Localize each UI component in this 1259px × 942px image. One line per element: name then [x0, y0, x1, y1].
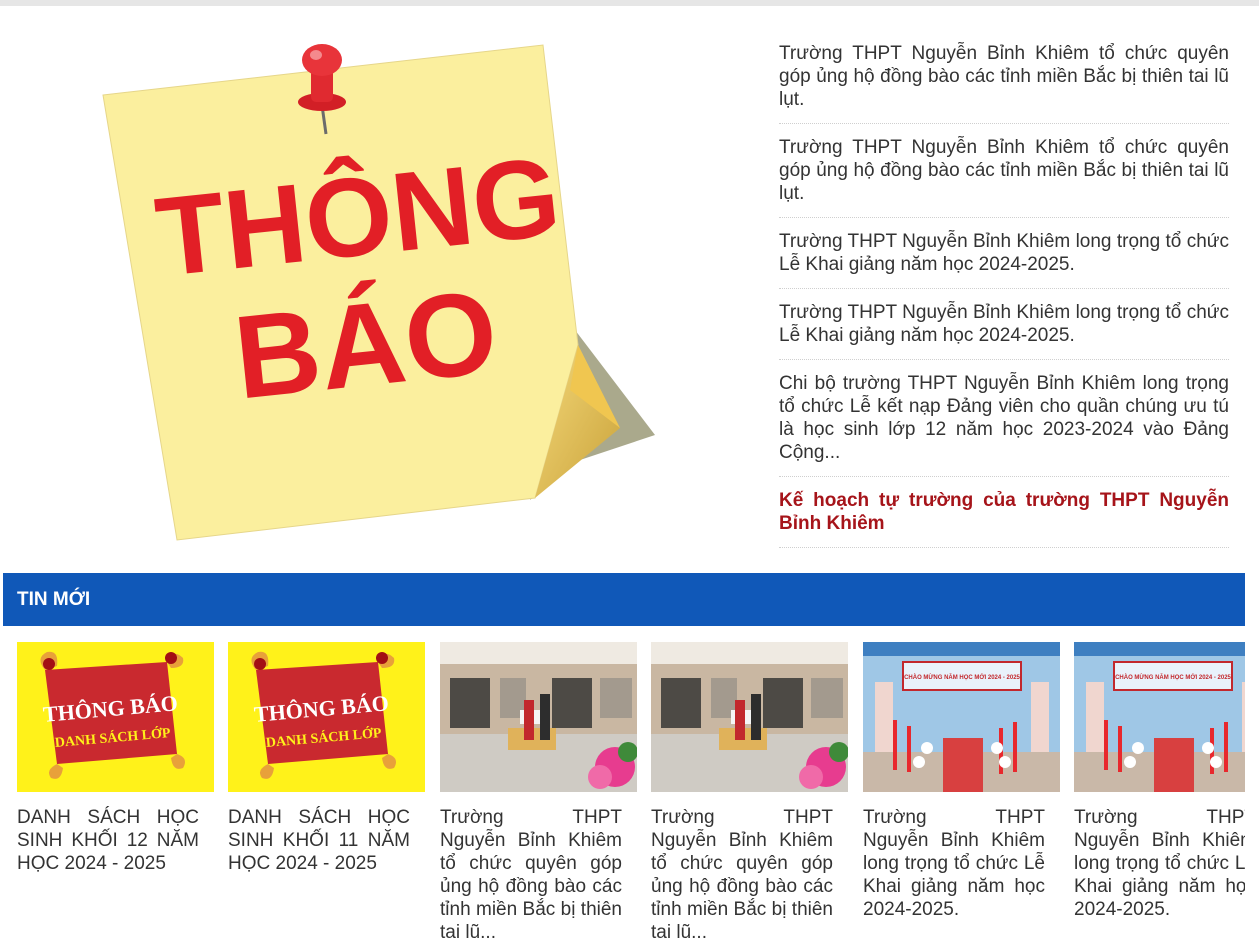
card-thumbnail-photo[interactable] [440, 642, 637, 792]
card-thumbnail-ceremony[interactable]: CHÀO MỪNG NĂM HỌC MỚI 2024 - 2025 [863, 642, 1060, 792]
card-title[interactable]: DANH SÁCH HỌC SINH KHỐI 11 NĂM HỌC 2024 … [228, 806, 410, 875]
news-cards: THÔNG BÁO DANH SÁCH LỚP DANH SÁCH HỌC SI… [17, 642, 1259, 942]
news-link[interactable]: Trường THPT Nguyễn Bỉnh Khiêm long trọng… [779, 299, 1229, 360]
section-title[interactable]: TIN MỚI [17, 590, 90, 610]
news-link[interactable]: Trường THPT Nguyễn Bỉnh Khiêm tổ chức qu… [779, 134, 1229, 218]
thumb-banner-text: CHÀO MỪNG NĂM HỌC MỚI 2024 - 2025 [1115, 673, 1231, 681]
card-thumbnail-ceremony[interactable]: CHÀO MỪNG NĂM HỌC MỚI 2024 - 2025 [1074, 642, 1245, 792]
card-title[interactable]: DANH SÁCH HỌC SINH KHỐI 12 NĂM HỌC 2024 … [17, 806, 199, 875]
news-link[interactable]: Trường THPT Nguyễn Bỉnh Khiêm tổ chức qu… [779, 40, 1229, 124]
top-border [0, 0, 1259, 6]
news-list: Trường THPT Nguyễn Bỉnh Khiêm tổ chức qu… [779, 40, 1229, 548]
card-title[interactable]: Trường THPT Nguyễn Bỉnh Khiêm tổ chức qu… [440, 806, 622, 942]
news-card[interactable]: CHÀO MỪNG NĂM HỌC MỚI 2024 - 2025 Trường… [863, 642, 1060, 942]
card-thumbnail-photo[interactable] [651, 642, 848, 792]
section-header-bar: TIN MỚI [3, 573, 1245, 626]
thumb-banner-text: CHÀO MỪNG NĂM HỌC MỚI 2024 - 2025 [904, 673, 1020, 681]
card-thumbnail-notice[interactable]: THÔNG BÁO DANH SÁCH LỚP [228, 642, 425, 792]
card-title[interactable]: Trường THPT Nguyễn Bỉnh Khiêm long trọng… [1074, 806, 1245, 921]
news-card[interactable]: THÔNG BÁO DANH SÁCH LỚP DANH SÁCH HỌC SI… [228, 642, 425, 942]
card-title[interactable]: Trường THPT Nguyễn Bỉnh Khiêm tổ chức qu… [651, 806, 833, 942]
news-card[interactable]: Trường THPT Nguyễn Bỉnh Khiêm tổ chức qu… [440, 642, 637, 942]
news-card[interactable]: THÔNG BÁO DANH SÁCH LỚP DANH SÁCH HỌC SI… [17, 642, 214, 942]
news-card[interactable]: Trường THPT Nguyễn Bỉnh Khiêm tổ chức qu… [651, 642, 848, 942]
card-title[interactable]: Trường THPT Nguyễn Bỉnh Khiêm long trọng… [863, 806, 1045, 921]
news-link[interactable]: Chi bộ trường THPT Nguyễn Bỉnh Khiêm lon… [779, 370, 1229, 477]
feature-notice-image[interactable]: THÔNG BÁO [100, 30, 660, 545]
news-link[interactable]: Trường THPT Nguyễn Bỉnh Khiêm long trọng… [779, 228, 1229, 289]
card-thumbnail-notice[interactable]: THÔNG BÁO DANH SÁCH LỚP [17, 642, 214, 792]
news-card[interactable]: CHÀO MỪNG NĂM HỌC MỚI 2024 - 2025 Trường… [1074, 642, 1245, 942]
news-link-highlighted[interactable]: Kế hoạch tự trường của trường THPT Nguyễ… [779, 487, 1229, 548]
feature-title-line2: BÁO [229, 266, 504, 425]
